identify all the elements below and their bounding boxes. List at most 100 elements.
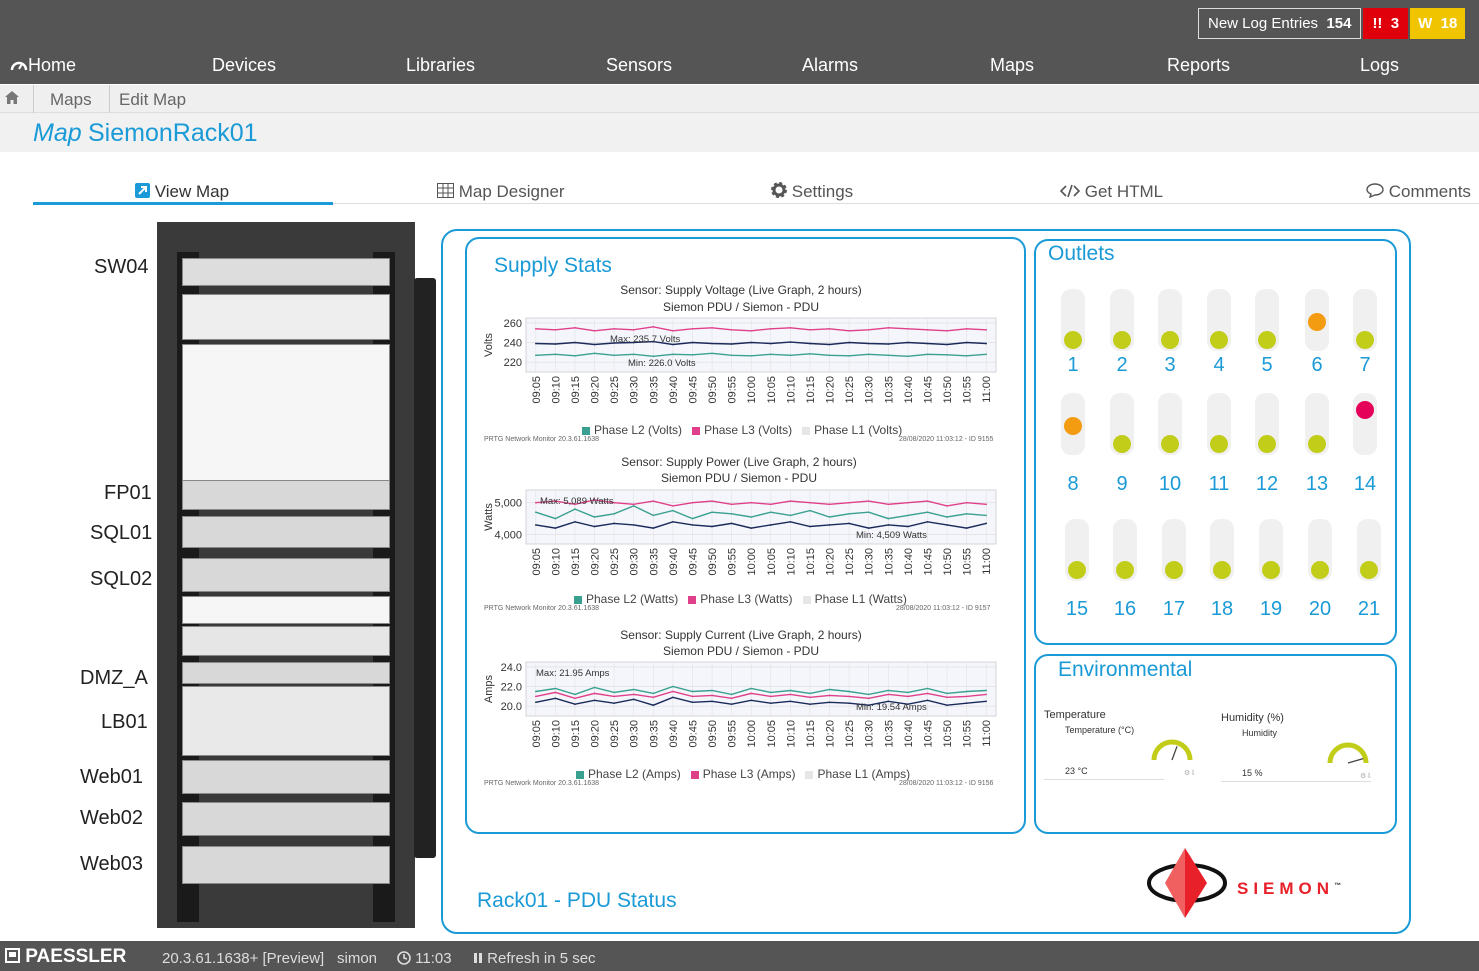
home-icon[interactable] [5,91,19,104]
outlet-status-light [1113,331,1131,349]
rack-unit-dmz-a[interactable] [182,662,390,684]
nav-reports[interactable]: Reports [1167,55,1230,76]
rack-pdu-strip[interactable] [414,278,436,858]
nav-devices[interactable]: Devices [212,55,276,76]
tab-settings-label: Settings [791,182,854,201]
page-title: SiemonRack01 [88,119,258,147]
tab-comments-label: Comments [1388,182,1471,201]
rack-unit-fp01[interactable] [182,480,390,510]
data-point [809,525,811,528]
log-entries-widget[interactable]: New Log Entries 154 !! 3 W 18 [1198,8,1466,39]
tab-settings[interactable]: Settings [771,182,853,202]
x-tick-label: 10:55 [962,720,974,748]
nav-maps[interactable]: Maps [990,55,1034,76]
outlet-2[interactable] [1110,289,1134,351]
temperature-gauge[interactable]: ⚙⇩ [1148,734,1196,778]
outlet-status-light [1360,561,1378,579]
rack-unit-sw04[interactable] [182,258,390,286]
power-chart[interactable]: 5,000 4,000Watts 09:05 09:10 09:15 09:20 09:25… [478,486,1008,592]
refresh-control[interactable]: Refresh in 5 sec [473,950,596,967]
outlet-16[interactable] [1113,519,1137,581]
data-point [887,517,890,520]
nav-home[interactable]: Home [10,55,76,76]
rack-unit-sql01[interactable] [182,516,390,548]
outlet-21[interactable] [1357,519,1381,581]
x-tick-label: 10:50 [942,548,954,576]
x-tick-label: 09:05 [531,376,543,404]
outlet-number: 2 [1116,354,1128,376]
outlet-15[interactable] [1065,519,1089,581]
outlet-1[interactable] [1061,289,1085,351]
new-log-entries-button[interactable]: New Log Entries 154 [1198,8,1362,39]
outlet-19[interactable] [1259,519,1283,581]
data-point [672,505,674,507]
rack-unit-sql02[interactable] [182,558,390,592]
data-point [926,500,929,502]
tab-view-map[interactable]: View Map [135,182,229,202]
data-point [809,703,811,706]
outlet-17[interactable] [1162,519,1186,581]
outlet-number: 17 [1162,598,1186,620]
user-name[interactable]: simon [337,950,377,967]
outlet-4[interactable] [1207,289,1231,351]
voltage-chart[interactable]: 260 240 220 Volts 09:05 09:10 09:15 09:20 09:25 0… [478,314,1008,422]
outlet-number: 4 [1213,354,1225,376]
current-chart[interactable]: 24.0 22.0 20.0 Amps 09:05 09:10 09:15 09:20 09:2… [478,658,1008,766]
outlet-10[interactable] [1158,393,1182,455]
tab-map-designer[interactable]: Map Designer [437,182,565,202]
outlet-8[interactable] [1061,393,1085,455]
outlet-11[interactable] [1207,393,1231,455]
clock-time: 11:03 [415,950,452,967]
rack-unit-web02[interactable] [182,802,390,836]
outlet-20[interactable] [1308,519,1332,581]
data-point [985,522,988,525]
data-point [887,693,890,696]
data-point [867,500,870,502]
siemon-logo-text: SIEMON™ [1237,879,1347,898]
data-point [809,696,811,699]
outlet-6[interactable] [1305,289,1329,351]
warning-alarms-badge[interactable]: W 18 [1410,8,1466,39]
data-point [965,355,968,357]
tab-get-html[interactable]: Get HTML [1059,182,1163,202]
breadcrumb-maps[interactable]: Maps [50,90,92,110]
outlet-14[interactable] [1353,393,1377,455]
outlet-7[interactable] [1353,289,1377,351]
data-point [789,520,792,523]
data-point [613,695,615,698]
data-point [809,501,811,504]
rack-unit-web03[interactable] [182,846,390,884]
x-tick-label: 09:25 [609,376,621,404]
data-point [672,353,674,356]
error-alarms-badge[interactable]: !! 3 [1363,8,1409,39]
humidity-gauge[interactable]: ⚙⇩ [1324,737,1372,781]
outlet-12[interactable] [1255,393,1279,455]
outlet-5[interactable] [1255,289,1279,351]
data-point [652,326,655,328]
data-point [730,513,733,515]
x-tick-label: 10:20 [825,548,837,576]
outlet-18[interactable] [1210,519,1234,581]
temperature-value: 23 °C [1065,766,1088,776]
nav-alarms[interactable]: Alarms [802,55,858,76]
data-point [828,701,831,704]
outlet-13[interactable] [1305,393,1329,455]
data-point [534,354,537,357]
breadcrumb-edit-map[interactable]: Edit Map [119,90,186,110]
nav-libraries[interactable]: Libraries [406,55,475,76]
rack-unit-web01[interactable] [182,760,390,794]
outlet-9[interactable] [1110,393,1134,455]
data-point [887,343,890,345]
paessler-logo-icon [5,948,20,963]
data-point [730,697,733,700]
nav-logs[interactable]: Logs [1360,55,1399,76]
outlet-3[interactable] [1158,289,1182,351]
x-tick-label: 10:10 [785,548,797,576]
rack-unit-lb01[interactable] [182,686,390,756]
data-point [848,513,850,515]
main-nav: Home Devices Libraries Sensors Alarms Ma… [0,52,1479,80]
tab-comments[interactable]: Comments [1366,182,1471,202]
nav-sensors[interactable]: Sensors [606,55,672,76]
data-point [848,522,850,525]
current-chart-title: Sensor: Supply Current (Live Graph, 2 ho… [620,628,862,642]
